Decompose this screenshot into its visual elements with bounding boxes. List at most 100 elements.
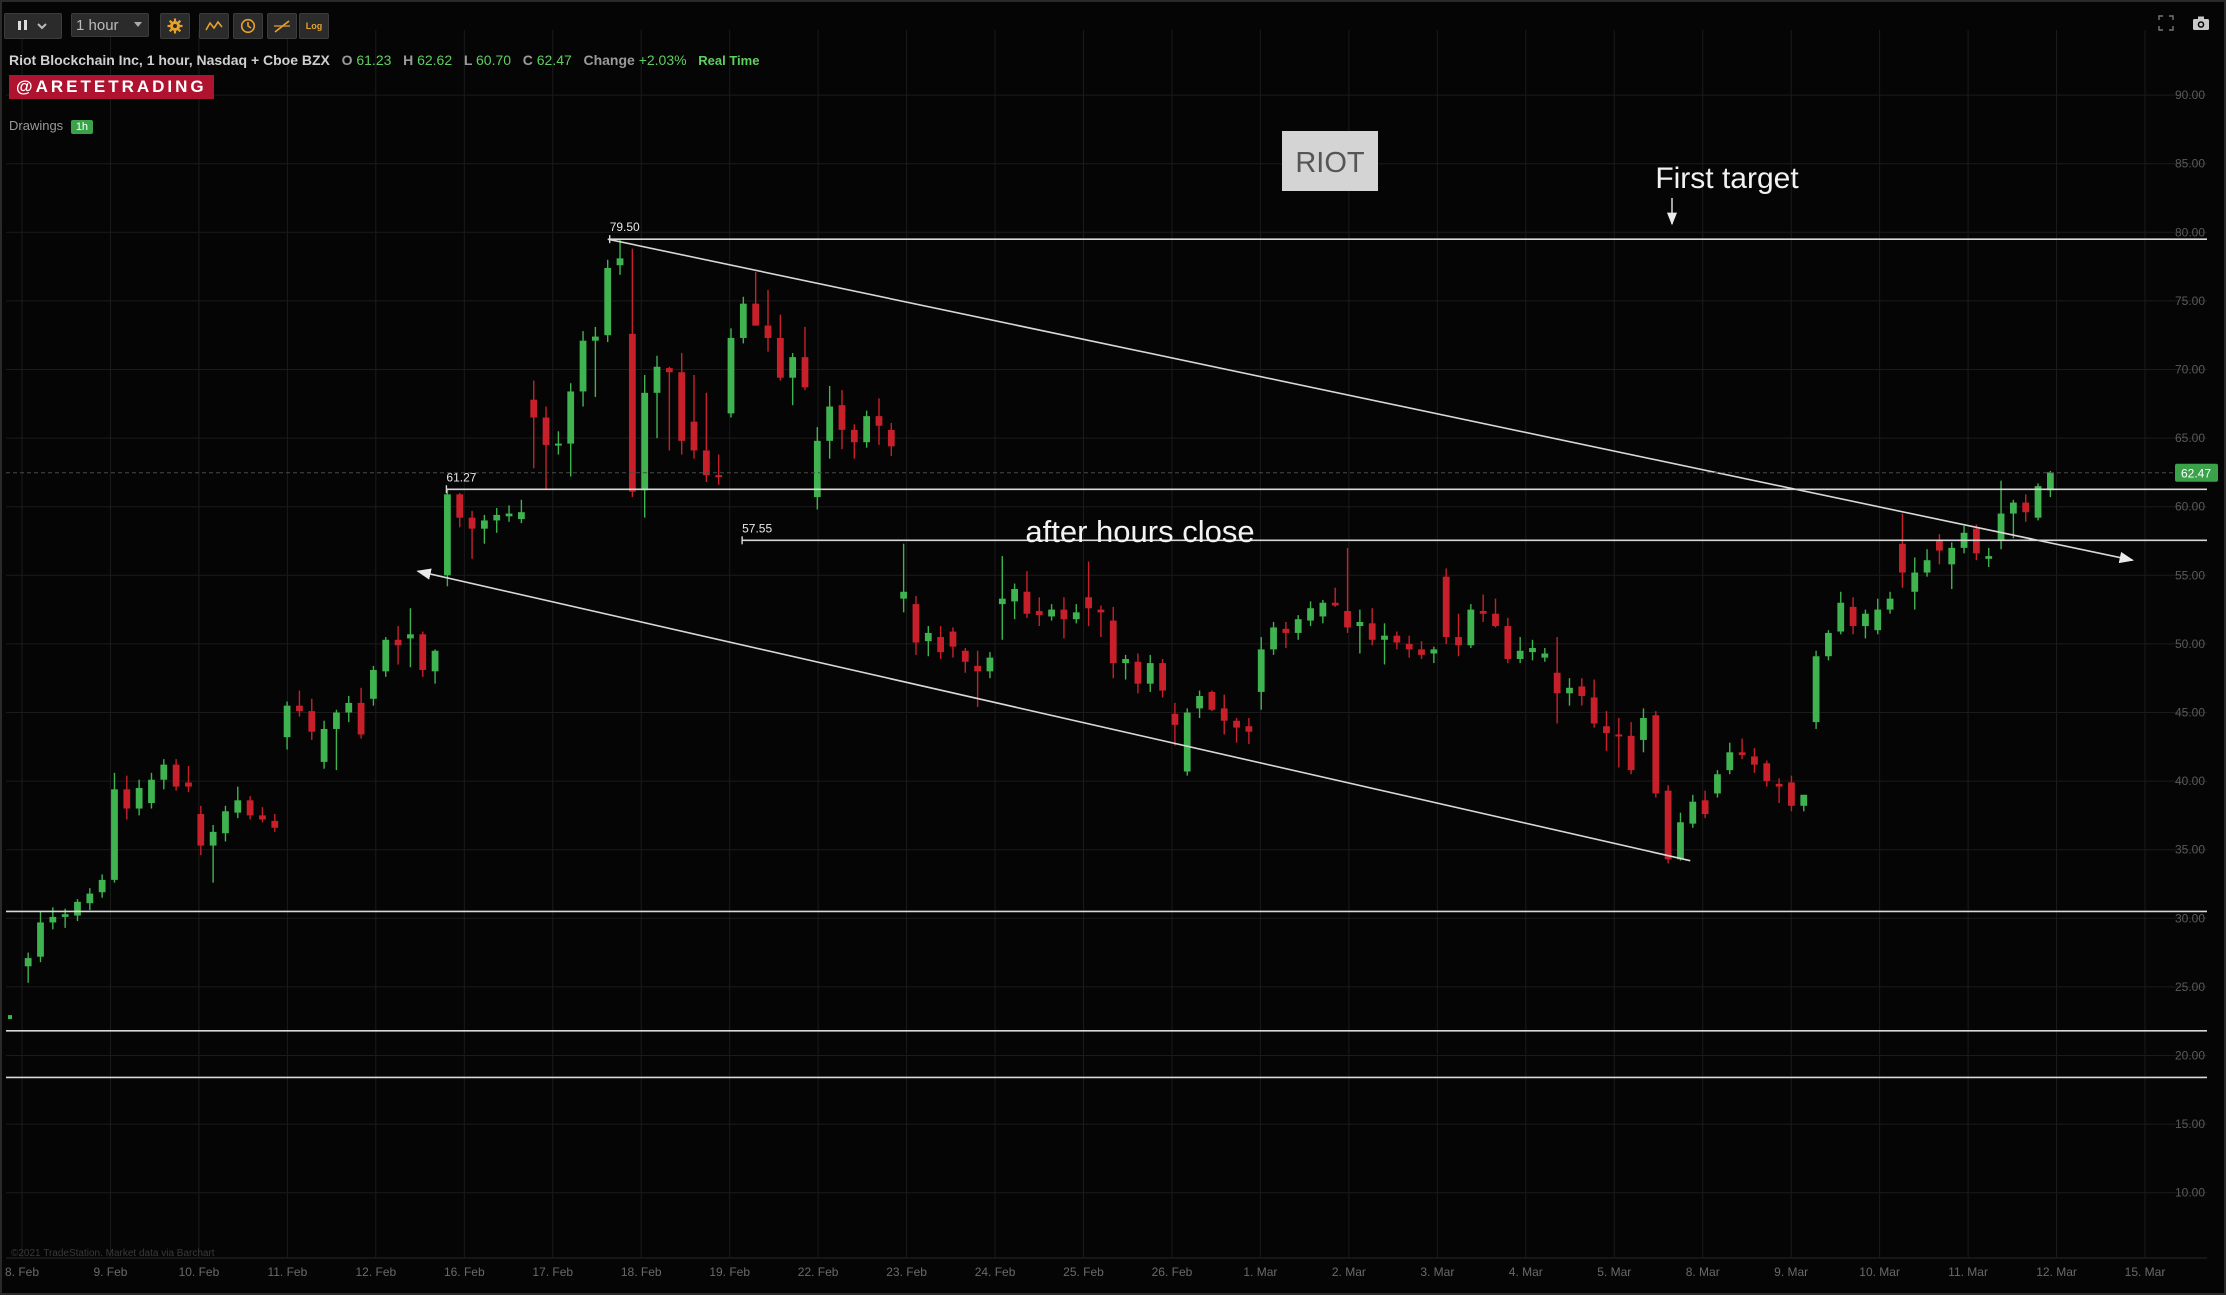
chart-actions [2158,15,2210,31]
candle-body [1603,726,1610,734]
candle-body [1948,547,1956,565]
fullscreen-icon[interactable] [2158,15,2174,31]
camera-icon[interactable] [2192,15,2210,31]
candle-body [1085,597,1092,609]
x-tick-label: 5. Mar [1597,1265,1631,1279]
candle-body [320,728,328,762]
drawing-layer[interactable]: 79.5061.2757.55 [6,220,2207,1079]
y-tick-label: 40.00 [2175,774,2205,788]
clock-icon [240,18,256,34]
candle-body [1122,658,1129,664]
candle-body [530,399,538,418]
x-tick-label: 12. Mar [2036,1265,2077,1279]
log-scale-button[interactable]: Log [299,13,329,39]
timeframe-select[interactable]: 1 hour [71,13,149,37]
candle-body [271,820,279,828]
drawings-panel-toggle[interactable]: Drawings 1h [9,118,94,134]
y-tick-label: 85.00 [2175,157,2205,171]
candle-body [912,604,920,643]
y-tick-label: 75.00 [2175,294,2205,308]
y-tick-label: 70.00 [2175,363,2205,377]
candle-body [493,514,501,521]
x-tick-label: 15. Mar [2125,1265,2166,1279]
x-tick-label: 26. Feb [1152,1265,1193,1279]
candle-body [1430,649,1438,654]
y-tick-label: 15.00 [2175,1117,2205,1131]
candle-body [209,831,217,846]
candle-body [1936,541,1943,551]
candle-body [24,958,32,967]
instrument-header: Riot Blockchain Inc, 1 hour, Nasdaq + Cb… [9,52,759,68]
candle-body [986,657,994,672]
candle-body [296,705,303,712]
candle-body [1307,608,1314,621]
candle-body [752,303,760,326]
candle-body [1344,610,1351,628]
studies-button[interactable] [199,13,229,39]
candle-body [1751,756,1758,765]
price-chart[interactable]: 90.00 85.00 80.00 75.00 70.00 65.00 60.00 55.00… [0,0,2226,1295]
candle-body [1985,556,1993,559]
change-value: Change +2.03% [583,52,687,68]
candle-body [1997,513,2005,541]
candle-body [1516,650,1524,659]
candle-body [394,639,402,646]
candle-body [1738,752,1746,756]
candle-body [172,764,180,787]
candle-body [444,494,451,576]
candle-body [1689,801,1697,824]
y-tick-label: 90.00 [2175,88,2205,102]
candle-body [1553,672,1561,694]
instrument-title: Riot Blockchain Inc, 1 hour, Nasdaq + Cb… [9,52,330,68]
candle-body [702,450,710,476]
x-tick-label: 8. Feb [5,1265,39,1279]
settings-button[interactable] [160,13,190,39]
x-tick-label: 17. Feb [532,1265,573,1279]
y-tick-label: 25.00 [2175,980,2205,994]
chevron-down-icon [134,22,142,27]
candle-body [739,303,747,338]
candle-body [1467,609,1475,646]
annotation-layer: 62.47 RIOT First target after hours close [6,131,2218,549]
candle-body [1331,602,1339,606]
drawing-tool-icon [274,20,290,33]
time-button[interactable] [233,13,263,39]
y-tick-label: 80.00 [2175,225,2205,239]
candle-body [542,417,550,445]
candle-body [1788,782,1795,806]
candle-body [2009,502,2017,514]
candle-body [222,811,229,834]
candle-body [924,632,932,642]
price-level-label: 79.50 [610,220,640,234]
candle-body [456,494,464,518]
y-tick-label: 55.00 [2175,568,2205,582]
candle-body [1048,609,1055,617]
candle-body [148,779,155,804]
data-attribution: ©2021 TradeStation. Market data via Barc… [11,1248,215,1259]
candle-body [764,325,772,338]
candle-body [554,443,562,446]
candle-body [1418,649,1425,655]
candle-body [333,712,340,729]
candle-body [61,914,69,917]
candle-body [1825,632,1832,657]
candle-body [1270,627,1277,650]
candle-body [505,513,513,517]
candle-body [345,702,353,713]
x-tick-label: 23. Feb [886,1265,927,1279]
drawing-tools-button[interactable] [267,13,297,39]
candle-body [1874,609,1882,631]
candle-body [1356,621,1364,627]
candle-body [1578,686,1586,697]
candle-body [160,764,168,780]
chart-type-button[interactable] [4,13,62,39]
x-tick-label: 10. Feb [179,1265,220,1279]
candle-body [1664,790,1672,860]
candle-body [259,815,266,820]
candle-body [1886,598,1894,610]
candle-body [604,267,612,336]
candle-body [1627,735,1635,771]
candle-body [974,665,982,672]
candle-body [197,814,205,846]
y-tick-label: 65.00 [2175,431,2205,445]
